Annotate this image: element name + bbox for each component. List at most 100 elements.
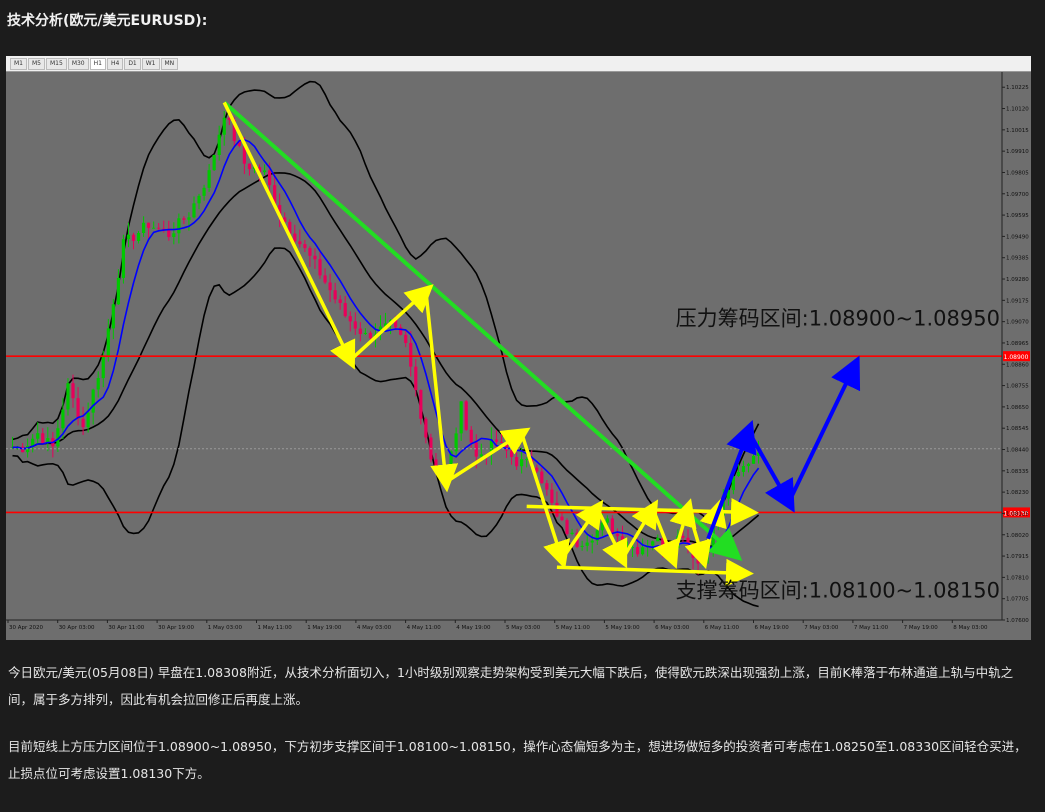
candle-body — [494, 439, 499, 442]
candle-body — [540, 471, 544, 484]
candle-body — [106, 328, 110, 356]
candle-body — [41, 433, 45, 444]
candle-body — [409, 342, 413, 367]
candle-body — [147, 222, 151, 229]
timeframe-button-m5[interactable]: M5 — [28, 57, 45, 70]
candle-body — [368, 332, 373, 339]
candle-body — [333, 290, 337, 300]
candle-body — [66, 383, 70, 410]
timeframe-button-h1[interactable]: H1 — [89, 57, 106, 70]
y-tick-label: 1.09070 — [1006, 320, 1029, 326]
x-tick-label: 7 May 11:00 — [854, 625, 889, 631]
candle-body — [217, 134, 221, 155]
y-tick-label: 1.09805 — [1006, 170, 1029, 176]
candle-body — [404, 334, 408, 343]
candle-body — [76, 398, 80, 419]
candle-body — [303, 244, 307, 249]
candle-body — [202, 187, 206, 196]
candle-body — [469, 429, 473, 443]
annotation-label-1: 支撑筹码区间:1.08100~1.08150 — [676, 579, 1000, 603]
x-tick-label: 5 May 11:00 — [556, 625, 591, 631]
candle-body — [172, 233, 176, 238]
annotation-label-0: 压力筹码区间:1.08900~1.08950 — [676, 307, 1000, 331]
candle-body — [116, 277, 120, 305]
candle-body — [61, 409, 65, 429]
y-tick-label: 1.08860 — [1006, 362, 1029, 368]
price-chart[interactable]: M1 M5 M15 M30 H1 H4 D1 W1 MN 1.08900 1.08130 压力筹码区… — [6, 56, 1031, 640]
candle-body — [293, 233, 297, 242]
y-tick-label: 1.08545 — [1006, 426, 1029, 432]
candle-body — [131, 234, 136, 242]
candle-body — [635, 547, 640, 555]
candle-body — [136, 233, 141, 242]
candle-body — [434, 459, 438, 468]
candle-body — [620, 536, 625, 549]
candle-body — [247, 163, 252, 170]
y-tick-label: 1.07915 — [1006, 554, 1029, 560]
y-tick-label: 1.07600 — [1006, 618, 1029, 624]
candle-body — [81, 418, 85, 428]
candle-body — [696, 557, 700, 564]
candle-body — [615, 533, 620, 537]
candle-body — [86, 412, 90, 428]
candle-body — [656, 537, 660, 542]
candle-body — [474, 442, 478, 457]
candle-body — [590, 540, 594, 543]
timeframe-button-d1[interactable]: D1 — [124, 57, 141, 70]
candle-body — [268, 170, 272, 186]
timeframe-button-m30[interactable]: M30 — [67, 57, 89, 70]
timeframe-button-h4[interactable]: H4 — [106, 57, 124, 70]
timeframe-button-m15[interactable]: M15 — [46, 57, 67, 70]
candle-body — [71, 383, 75, 399]
candle-body — [192, 203, 196, 218]
candle-body — [681, 535, 685, 538]
candle-body — [91, 389, 95, 413]
y-tick-label: 1.09700 — [1006, 192, 1029, 198]
page-title: 技术分析(欧元/美元EURUSD): — [7, 13, 208, 29]
candle-body — [741, 466, 746, 472]
x-tick-label: 30 Apr 2020 — [9, 625, 44, 631]
x-tick-label: 6 May 03:00 — [655, 625, 690, 631]
candle-body — [328, 282, 332, 291]
candle-body — [515, 456, 519, 467]
candle-body — [157, 227, 161, 229]
timeframe-button-m1[interactable]: M1 — [10, 57, 27, 70]
x-tick-label: 6 May 19:00 — [755, 625, 790, 631]
candle-body — [585, 542, 589, 546]
candle-body — [318, 259, 322, 276]
x-tick-label: 7 May 03:00 — [804, 625, 839, 631]
y-tick-label: 1.07810 — [1006, 575, 1029, 581]
candle-body — [555, 502, 559, 517]
y-tick-label: 1.09280 — [1006, 277, 1029, 283]
candle-body — [36, 433, 40, 439]
y-tick-label: 1.08965 — [1006, 341, 1029, 347]
y-tick-label: 1.07705 — [1006, 597, 1029, 603]
x-tick-label: 4 May 19:00 — [456, 625, 491, 631]
candle-body — [414, 366, 418, 390]
candle-body — [439, 467, 443, 473]
chart-canvas[interactable]: 1.089001.08130压力筹码区间:1.08900~1.08950支撑筹码… — [6, 72, 1031, 640]
timeframe-button-mn[interactable]: MN — [160, 57, 179, 70]
candle-body — [31, 438, 35, 446]
candle-body — [419, 389, 423, 419]
candle-body — [479, 454, 483, 457]
candle-body — [509, 450, 514, 457]
candle-body — [580, 545, 584, 547]
y-tick-label: 1.10120 — [1006, 107, 1029, 113]
y-tick-label: 1.10225 — [1006, 85, 1029, 91]
candle-body — [570, 532, 574, 534]
candle-body — [177, 218, 181, 234]
candle-body — [746, 463, 751, 467]
candle-body — [338, 299, 342, 303]
candle-body — [101, 355, 105, 379]
candle-body — [464, 401, 468, 430]
x-tick-label: 7 May 19:00 — [904, 625, 939, 631]
x-tick-label: 1 May 19:00 — [307, 625, 342, 631]
candle-body — [520, 459, 524, 467]
y-tick-label: 1.08125 — [1006, 511, 1029, 517]
analysis-paragraph-1: 今日欧元/美元(05月08日) 早盘在1.08308附近，从技术分析面切入，1小… — [8, 665, 1014, 707]
timeframe-button-w1[interactable]: W1 — [141, 57, 160, 70]
candle-body — [262, 170, 267, 173]
candle-body — [182, 218, 186, 220]
candle-body — [565, 520, 569, 534]
